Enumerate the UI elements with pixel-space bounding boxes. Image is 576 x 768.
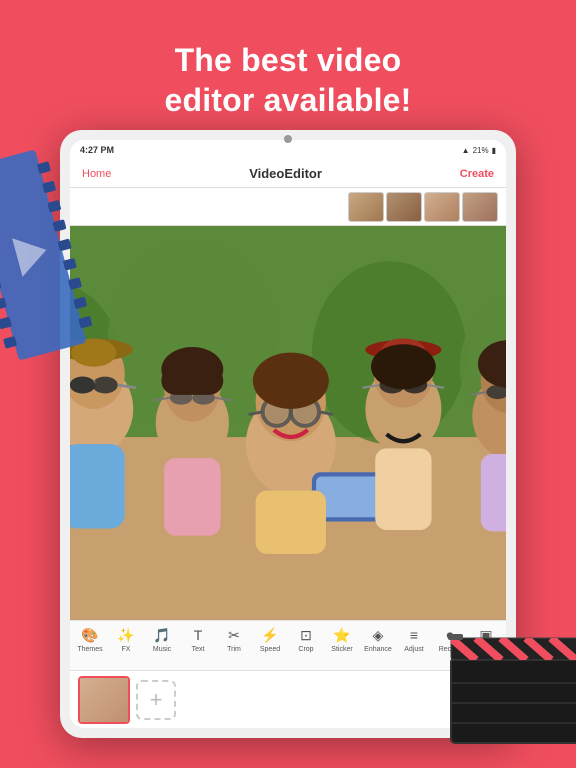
thumb-4[interactable]	[462, 192, 498, 222]
bottom-strip: +	[70, 670, 506, 728]
battery-text: 21%	[473, 146, 489, 155]
fx-icon: ✨	[117, 625, 134, 645]
toolbar-item-music[interactable]: 🎵Music	[144, 625, 180, 654]
ipad-screen: 4:27 PM ▲ 21% ▮ Home VideoEditor Create	[70, 140, 506, 728]
hero-line2: editor available!	[0, 80, 576, 120]
status-time: 4:27 PM	[80, 145, 114, 155]
crop-label: Crop	[298, 646, 313, 654]
add-icon: +	[150, 687, 163, 713]
hero-text-container: The best video editor available!	[0, 40, 576, 120]
wifi-icon: ▲	[462, 146, 470, 155]
toolbar-item-trim[interactable]: ✂Trim	[216, 625, 252, 654]
sticker-icon: ⭐	[333, 625, 350, 645]
fx-label: FX	[122, 646, 131, 654]
adjust-icon: ≡	[410, 625, 418, 645]
toolbar-item-themes[interactable]: 🎨Themes	[72, 625, 108, 654]
thumbnail-strip	[70, 188, 506, 226]
sticker-label: Sticker	[331, 646, 352, 654]
music-icon: 🎵	[153, 625, 170, 645]
music-label: Music	[153, 646, 171, 654]
enhance-icon: ◈	[373, 625, 384, 645]
thumb-2[interactable]	[386, 192, 422, 222]
battery-icon: ▮	[492, 146, 496, 155]
toolbar-item-sticker[interactable]: ⭐Sticker	[324, 625, 360, 654]
themes-icon: 🎨	[81, 625, 98, 645]
ipad-camera	[284, 135, 292, 143]
hero-line1: The best video	[0, 40, 576, 80]
crop-icon: ⊡	[300, 625, 312, 645]
status-right: ▲ 21% ▮	[462, 146, 496, 155]
video-placeholder	[70, 226, 506, 620]
bottom-thumbnail[interactable]	[78, 676, 130, 724]
adjust-label: Adjust	[404, 646, 423, 654]
thumb-3[interactable]	[424, 192, 460, 222]
nav-create-button[interactable]: Create	[460, 168, 494, 180]
clapperboard-decoration	[446, 618, 576, 748]
text-label: Text	[192, 646, 205, 654]
toolbar-item-text[interactable]: TText	[180, 625, 216, 654]
enhance-label: Enhance	[364, 646, 392, 654]
speed-icon: ⚡	[261, 625, 278, 645]
text-icon: T	[194, 625, 203, 645]
trim-label: Trim	[227, 646, 241, 654]
speed-label: Speed	[260, 646, 280, 654]
toolbar-item-speed[interactable]: ⚡Speed	[252, 625, 288, 654]
toolbar-item-enhance[interactable]: ◈Enhance	[360, 625, 396, 654]
add-clip-button[interactable]: +	[136, 680, 176, 720]
status-bar: 4:27 PM ▲ 21% ▮	[70, 140, 506, 160]
themes-label: Themes	[77, 646, 102, 654]
video-area	[70, 226, 506, 620]
toolbar-item-crop[interactable]: ⊡Crop	[288, 625, 324, 654]
thumb-1[interactable]	[348, 192, 384, 222]
nav-bar: Home VideoEditor Create	[70, 160, 506, 188]
nav-title: VideoEditor	[249, 166, 322, 181]
toolbar-item-fx[interactable]: ✨FX	[108, 625, 144, 654]
nav-home-button[interactable]: Home	[82, 168, 111, 180]
toolbar-item-adjust[interactable]: ≡Adjust	[396, 625, 432, 654]
toolbar: 🎨Themes✨FX🎵MusicTText✂Trim⚡Speed⊡Crop⭐St…	[70, 620, 506, 670]
trim-icon: ✂	[228, 625, 240, 645]
